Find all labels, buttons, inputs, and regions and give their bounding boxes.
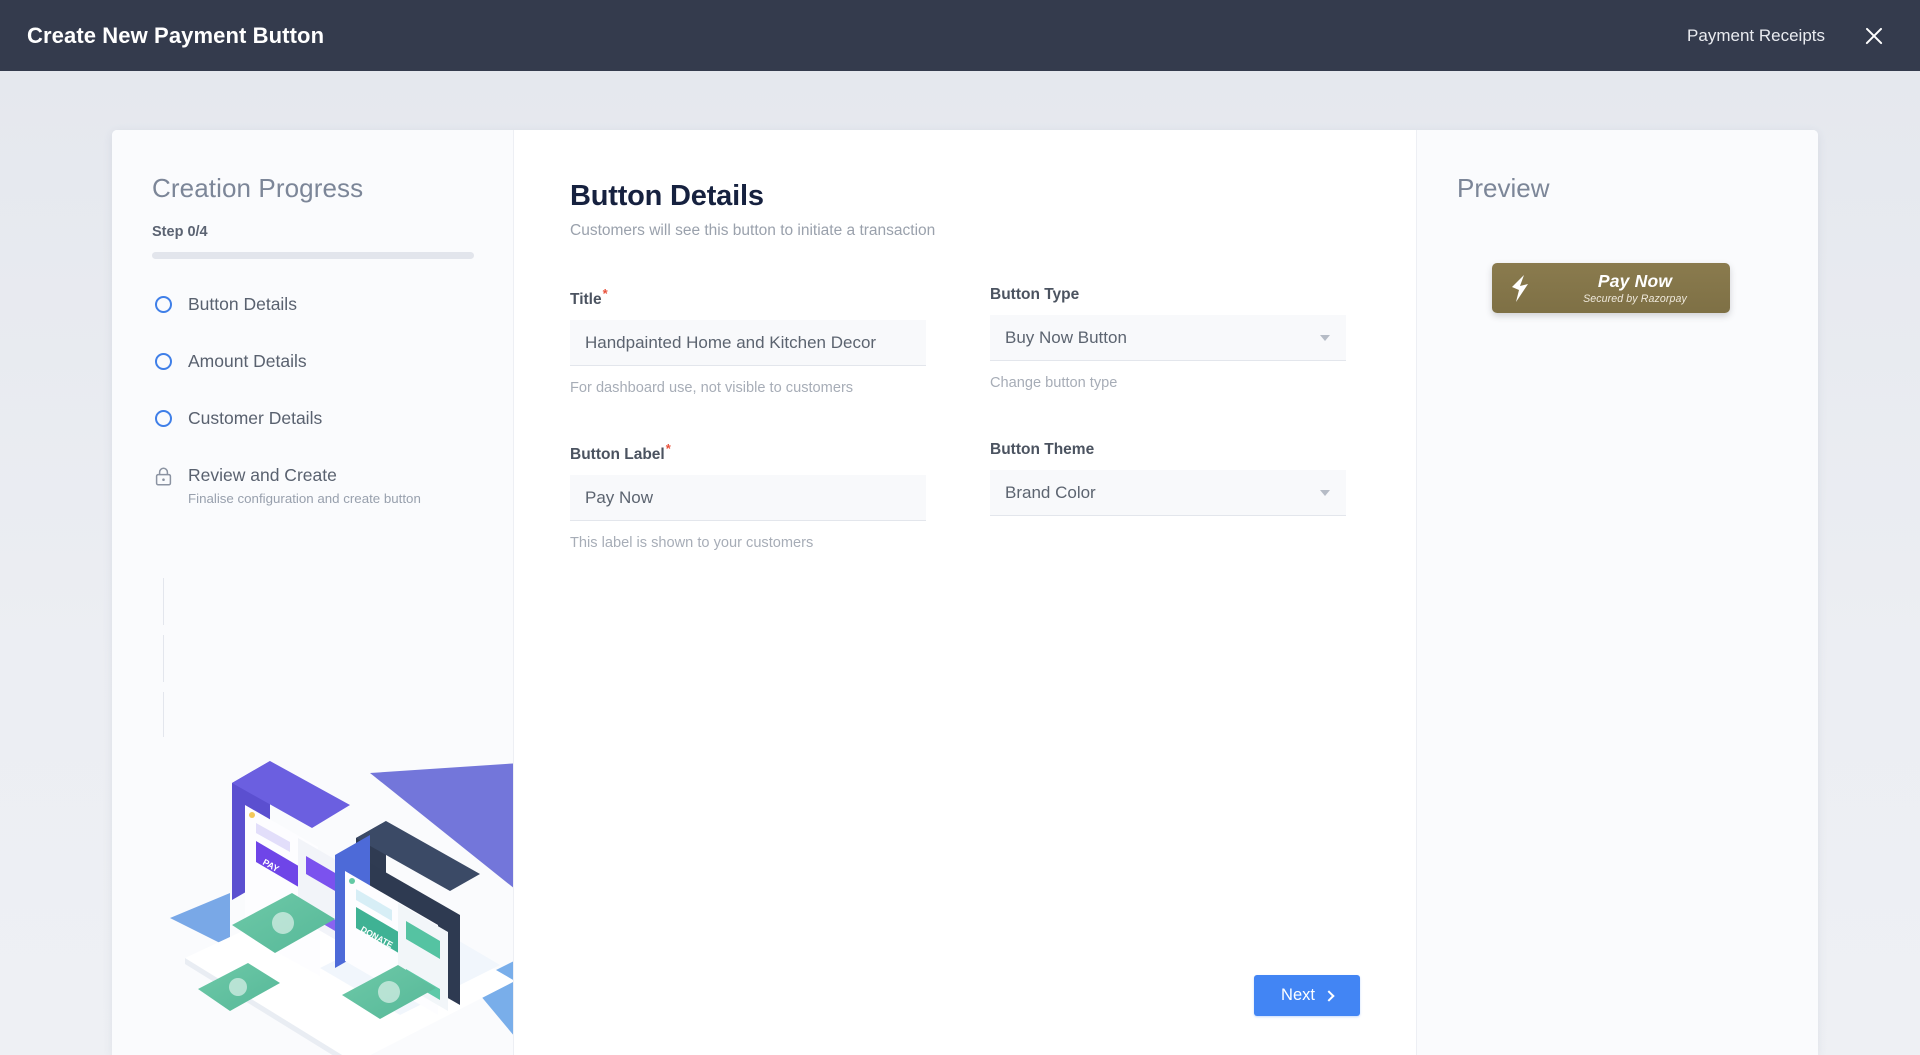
progress-bar (152, 252, 474, 259)
sidebar-step-customer-details[interactable]: Customer Details (152, 409, 473, 466)
button-label-help-text: This label is shown to your customers (570, 535, 814, 552)
header-actions: Payment Receipts (1687, 21, 1892, 51)
next-button-label: Next (1281, 986, 1315, 1004)
close-icon[interactable] (1859, 21, 1889, 51)
step-label: Review and Create (188, 465, 337, 485)
step-connector (162, 692, 164, 737)
step-sublabel: Finalise configuration and create button (188, 491, 421, 506)
button-type-help-text: Change button type (990, 375, 1118, 391)
window-header: Create New Payment Button Payment Receip… (0, 0, 1920, 71)
form-heading: Button Details (570, 180, 764, 212)
field-button-theme: Button Theme Brand Color (990, 441, 1346, 551)
button-type-value: Buy Now Button (1005, 327, 1127, 347)
step-connector (162, 635, 164, 682)
step-label: Customer Details (188, 408, 323, 428)
form-grid: Title* Handpainted Home and Kitchen Deco… (570, 286, 1360, 560)
button-label-input[interactable]: Pay Now (570, 475, 926, 522)
payment-receipts-link[interactable]: Payment Receipts (1687, 26, 1825, 46)
field-title: Title* Handpainted Home and Kitchen Deco… (570, 286, 926, 396)
grid-spacer (570, 405, 926, 441)
step-connector (162, 578, 164, 625)
button-type-label: Button Type (990, 286, 1080, 303)
wizard-card: Creation Progress Step 0/4 Button Detail… (112, 130, 1818, 1055)
preview-pay-label: Pay Now (1597, 271, 1673, 291)
chevron-down-icon (1320, 489, 1330, 496)
button-details-form: Button Details Customers will see this b… (514, 130, 1416, 1055)
razorpay-logo-icon (1492, 274, 1546, 302)
form-subheading: Customers will see this button to initia… (570, 222, 936, 239)
field-button-type: Button Type Buy Now Button Change button… (990, 286, 1346, 396)
next-button[interactable]: Next (1254, 975, 1360, 1016)
preview-heading: Preview (1457, 173, 1550, 203)
grid-spacer (990, 405, 1346, 441)
circle-outline-icon (152, 409, 174, 427)
title-input[interactable]: Handpainted Home and Kitchen Decor (570, 320, 926, 367)
sidebar-step-review-and-create[interactable]: Review and Create Finalise configuration… (152, 466, 473, 506)
sidebar-step-amount-details[interactable]: Amount Details (152, 352, 473, 409)
payment-buttons-illustration: PAY DONATE (170, 761, 513, 1055)
circle-outline-icon (152, 295, 174, 313)
creation-progress-heading: Creation Progress (152, 173, 364, 203)
button-label-label: Button Label* (570, 441, 671, 464)
circle-outline-icon (152, 352, 174, 370)
lock-icon (152, 466, 174, 486)
page-title: Create New Payment Button (27, 22, 325, 48)
preview-panel: Preview Pay Now Secured by Razorpay (1416, 130, 1818, 1055)
preview-pay-button[interactable]: Pay Now Secured by Razorpay (1492, 263, 1730, 313)
button-theme-value: Brand Color (1005, 482, 1096, 502)
step-list: Button Details Amount Details Customer D… (152, 295, 473, 737)
step-count-label: Step 0/4 (152, 224, 208, 240)
sidebar-step-button-details[interactable]: Button Details (152, 295, 473, 352)
title-label: Title* (570, 286, 608, 309)
chevron-down-icon (1320, 334, 1330, 341)
page-body: Creation Progress Step 0/4 Button Detail… (0, 71, 1920, 1055)
preview-secured-text: Secured by Razorpay (1583, 293, 1687, 305)
field-button-label: Button Label* Pay Now This label is show… (570, 441, 926, 551)
required-marker: * (602, 286, 608, 301)
chevron-right-icon (1323, 989, 1335, 1002)
creation-progress-panel: Creation Progress Step 0/4 Button Detail… (112, 130, 514, 1055)
required-marker: * (665, 441, 671, 457)
title-help-text: For dashboard use, not visible to custom… (570, 380, 854, 397)
button-theme-select[interactable]: Brand Color (990, 470, 1346, 517)
step-label: Amount Details (188, 351, 307, 371)
step-label: Button Details (188, 294, 297, 314)
button-type-select[interactable]: Buy Now Button (990, 315, 1346, 361)
button-theme-label: Button Theme (990, 441, 1095, 459)
